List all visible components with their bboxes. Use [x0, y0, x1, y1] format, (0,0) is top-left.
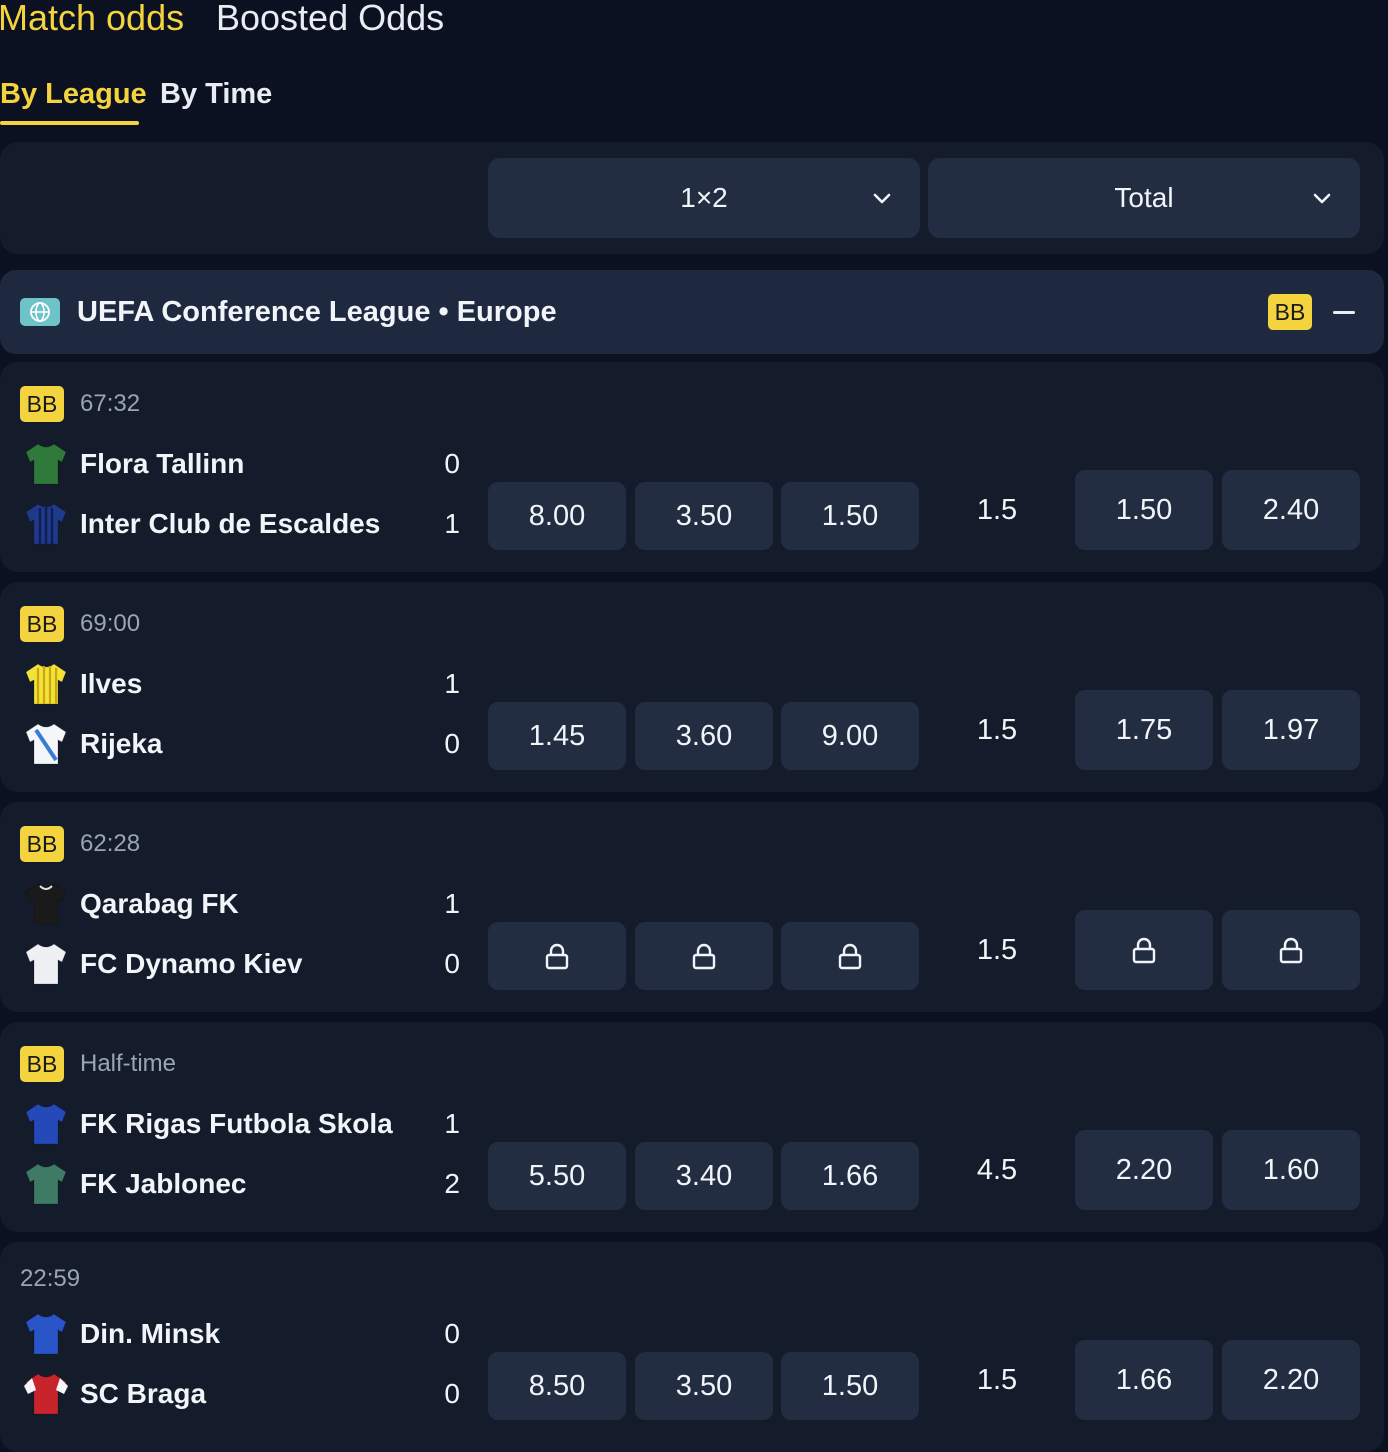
chevron-down-icon: [1313, 193, 1331, 204]
odds-button-under[interactable]: 1.60: [1222, 1130, 1360, 1210]
odds-button-under[interactable]: [1222, 910, 1360, 990]
odds-button-under[interactable]: 1.97: [1222, 690, 1360, 770]
match-status: 67:32: [80, 390, 141, 417]
total-line-value: 1.5: [976, 494, 1018, 526]
odds-button-under[interactable]: 2.20: [1222, 1340, 1360, 1420]
bet-builder-badge: BB: [1268, 294, 1312, 330]
away-team-name: SC Braga: [80, 1378, 207, 1409]
home-team-name: Qarabag FK: [80, 888, 239, 919]
collapse-icon[interactable]: [1333, 311, 1355, 314]
market-select-label: 1×2: [680, 182, 728, 213]
bet-builder-badge: BB: [20, 826, 64, 862]
away-team-score: 0: [444, 948, 460, 979]
home-team-score: 0: [444, 1318, 460, 1349]
odds-button-draw[interactable]: 3.40: [635, 1142, 773, 1210]
home-team-score: 1: [444, 668, 460, 699]
lock-icon: [838, 944, 862, 970]
away-team-score: 0: [444, 1378, 460, 1409]
odds-button-over[interactable]: 2.20: [1075, 1130, 1213, 1210]
odds-button-away-win[interactable]: 1.66: [781, 1142, 919, 1210]
active-tab-indicator: [0, 121, 139, 125]
odds-button-draw[interactable]: 3.50: [635, 1352, 773, 1420]
market-select-1x2[interactable]: 1×2: [488, 158, 920, 238]
home-team-score: 1: [444, 1108, 460, 1139]
lock-icon: [545, 944, 569, 970]
away-team-kit-icon: [22, 720, 70, 768]
home-team-score: 1: [444, 888, 460, 919]
total-line-value: 1.5: [976, 1364, 1018, 1396]
odds-button-over[interactable]: 1.75: [1075, 690, 1213, 770]
lock-icon: [692, 944, 716, 970]
odds-button-draw[interactable]: 3.60: [635, 702, 773, 770]
odds-button-home-win[interactable]: 8.50: [488, 1352, 626, 1420]
odds-button-away-win[interactable]: 1.50: [781, 1352, 919, 1420]
odds-button-away-win[interactable]: [781, 922, 919, 990]
away-team-kit-icon: [22, 500, 70, 548]
chevron-down-icon: [873, 193, 891, 204]
match-status: 69:00: [80, 610, 141, 637]
subtab-by-time[interactable]: By Time: [160, 74, 272, 114]
away-team-kit-icon: [22, 1370, 70, 1418]
odds-button-home-win[interactable]: 8.00: [488, 482, 626, 550]
odds-button-over[interactable]: 1.66: [1075, 1340, 1213, 1420]
match-status: 62:28: [80, 830, 141, 857]
match-status: Half-time: [80, 1050, 177, 1077]
away-team-name: Rijeka: [80, 728, 163, 759]
bet-builder-badge: BB: [20, 386, 64, 422]
tab-boosted-odds[interactable]: Boosted Odds: [216, 0, 444, 41]
odds-button-over[interactable]: [1075, 910, 1213, 990]
home-team-name: Flora Tallinn: [80, 448, 245, 479]
away-team-name: FK Jablonec: [80, 1168, 247, 1199]
away-team-score: 0: [444, 728, 460, 759]
away-team-name: FC Dynamo Kiev: [80, 948, 303, 979]
odds-button-draw[interactable]: [635, 922, 773, 990]
home-team-name: Din. Minsk: [80, 1318, 221, 1349]
odds-button-home-win[interactable]: 5.50: [488, 1142, 626, 1210]
bet-builder-badge: BB: [20, 1046, 64, 1082]
league-title: UEFA Conference League • Europe: [77, 296, 557, 328]
market-select-label: Total: [1114, 182, 1174, 213]
home-team-score: 0: [444, 448, 460, 479]
away-team-name: Inter Club de Escaldes: [80, 508, 381, 539]
market-select-total[interactable]: Total: [928, 158, 1360, 238]
match-status: 22:59: [20, 1265, 81, 1292]
home-team-kit-icon: [22, 880, 70, 928]
odds-button-draw[interactable]: 3.50: [635, 482, 773, 550]
total-line-value: 1.5: [976, 934, 1018, 966]
away-team-score: 2: [444, 1168, 460, 1199]
odds-button-over[interactable]: 1.50: [1075, 470, 1213, 550]
total-line-value: 4.5: [976, 1154, 1018, 1186]
odds-button-home-win[interactable]: [488, 922, 626, 990]
odds-button-home-win[interactable]: 1.45: [488, 702, 626, 770]
total-line-value: 1.5: [976, 714, 1018, 746]
home-team-name: Ilves: [80, 668, 143, 699]
lock-icon: [1132, 938, 1156, 964]
home-team-kit-icon: [22, 1100, 70, 1148]
home-team-kit-icon: [22, 1310, 70, 1358]
globe-icon: [20, 298, 60, 326]
odds-button-away-win[interactable]: 1.50: [781, 482, 919, 550]
home-team-kit-icon: [22, 660, 70, 708]
home-team-name: FK Rigas Futbola Skola: [80, 1108, 393, 1139]
lock-icon: [1279, 938, 1303, 964]
subtab-by-league[interactable]: By League: [0, 74, 147, 114]
home-team-kit-icon: [22, 440, 70, 488]
odds-button-away-win[interactable]: 9.00: [781, 702, 919, 770]
away-team-kit-icon: [22, 1160, 70, 1208]
away-team-kit-icon: [22, 940, 70, 988]
bet-builder-badge: BB: [20, 606, 64, 642]
away-team-score: 1: [444, 508, 460, 539]
odds-button-under[interactable]: 2.40: [1222, 470, 1360, 550]
tab-match-odds[interactable]: Match odds: [0, 0, 184, 41]
